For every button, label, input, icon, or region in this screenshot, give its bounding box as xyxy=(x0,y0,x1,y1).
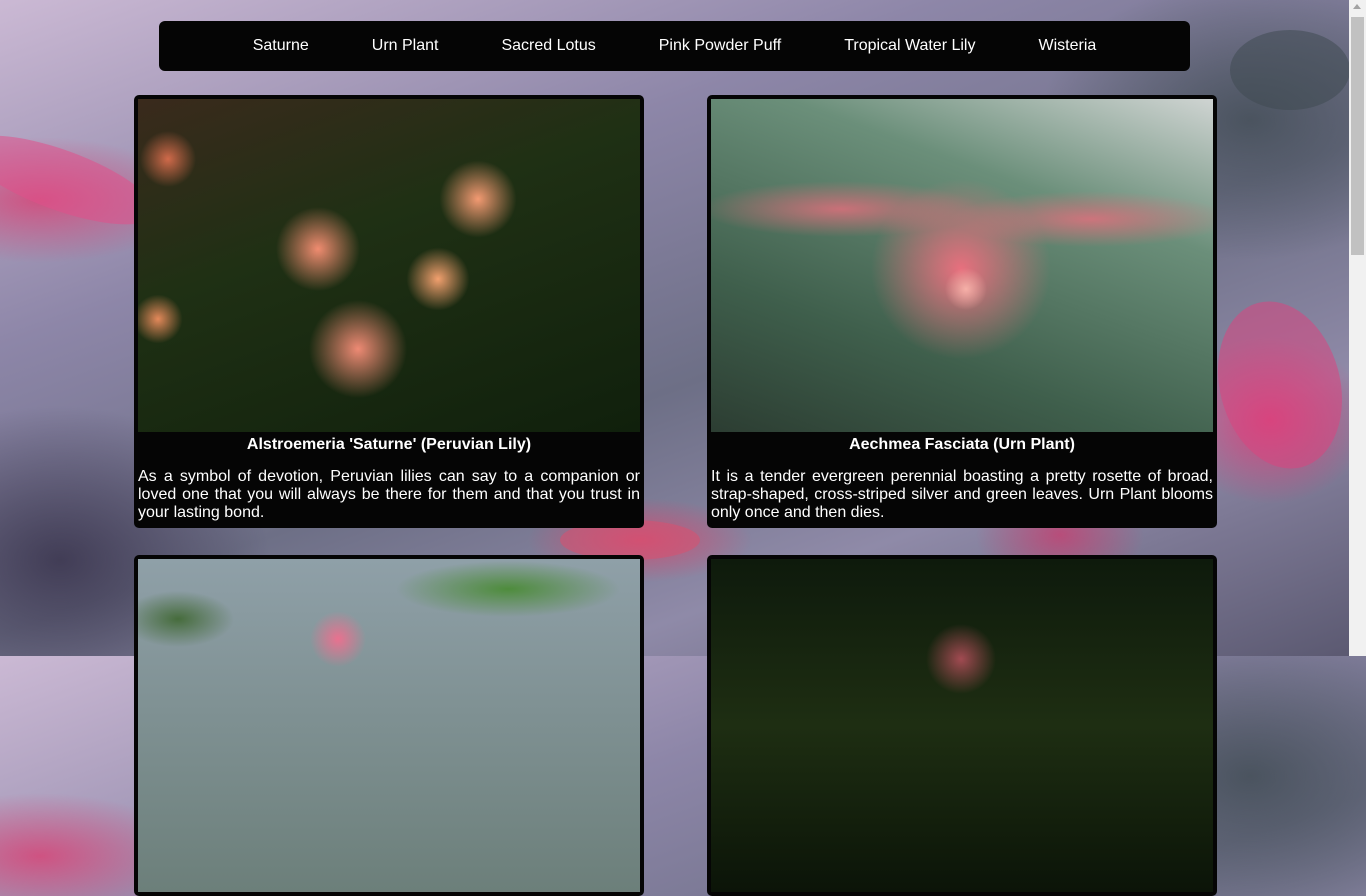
card-title: Alstroemeria 'Saturne' (Peruvian Lily) xyxy=(246,436,532,453)
scrollbar-thumb[interactable] xyxy=(1351,17,1364,255)
top-navigation: Saturne Urn Plant Sacred Lotus Pink Powd… xyxy=(159,21,1190,71)
flower-card-urn-plant: Aechmea Fasciata (Urn Plant) It is a ten… xyxy=(707,95,1217,528)
urn-plant-image xyxy=(711,99,1213,432)
nav-link-urn-plant[interactable]: Urn Plant xyxy=(340,21,470,71)
pink-powder-puff-image xyxy=(711,559,1213,892)
flower-card-sacred-lotus xyxy=(134,555,644,896)
scrollbar[interactable] xyxy=(1349,0,1366,656)
card-title: Aechmea Fasciata (Urn Plant) xyxy=(849,436,1075,453)
nav-link-tropical-water-lily[interactable]: Tropical Water Lily xyxy=(813,21,1007,71)
card-description: It is a tender evergreen perennial boast… xyxy=(711,468,1213,521)
nav-link-wisteria[interactable]: Wisteria xyxy=(1007,21,1128,71)
nav-link-pink-powder-puff[interactable]: Pink Powder Puff xyxy=(627,21,812,71)
background-streak xyxy=(1200,287,1360,483)
flower-card-saturne: Alstroemeria 'Saturne' (Peruvian Lily) A… xyxy=(134,95,644,528)
background-streak xyxy=(1230,30,1350,110)
card-description: As a symbol of devotion, Peruvian lilies… xyxy=(138,468,640,521)
sacred-lotus-image xyxy=(138,559,640,892)
peruvian-lily-image xyxy=(138,99,640,432)
flower-card-pink-powder-puff xyxy=(707,555,1217,896)
nav-link-sacred-lotus[interactable]: Sacred Lotus xyxy=(470,21,627,71)
scroll-up-arrow-icon[interactable] xyxy=(1353,4,1361,9)
nav-link-saturne[interactable]: Saturne xyxy=(221,21,340,71)
